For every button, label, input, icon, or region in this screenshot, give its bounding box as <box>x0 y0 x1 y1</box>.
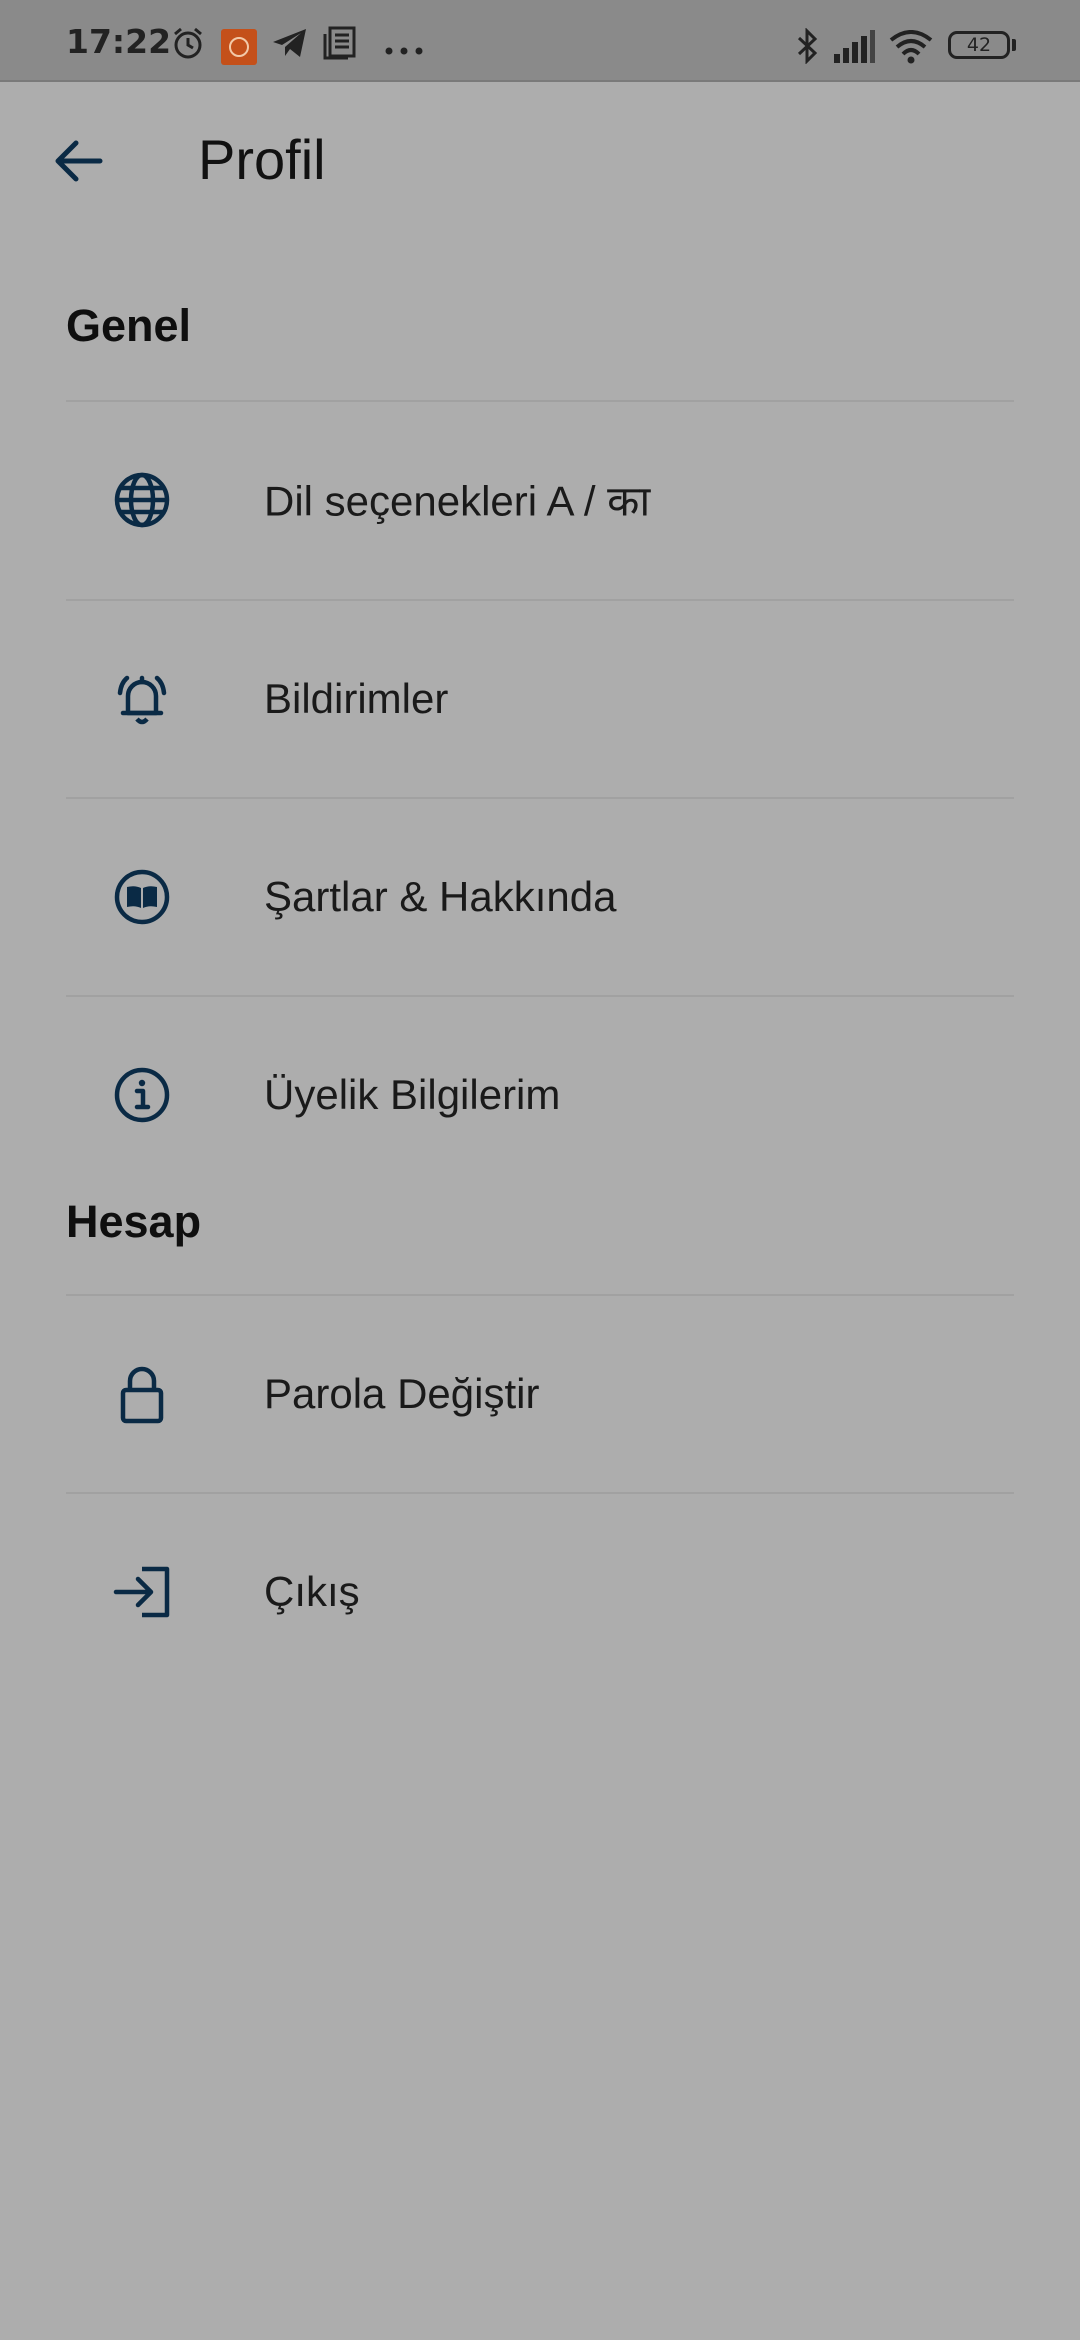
bell-ringing-icon <box>110 667 174 731</box>
arrow-left-icon <box>55 140 103 182</box>
back-button[interactable] <box>40 123 116 199</box>
globe-icon <box>110 468 174 532</box>
bluetooth-icon <box>795 27 821 69</box>
news-icon <box>322 25 358 66</box>
battery-icon: 42 <box>948 31 1010 59</box>
menu-item-language-options[interactable]: Dil seçenekleri A / का <box>66 402 1014 598</box>
menu-item-logout[interactable]: Çıkış <box>66 1494 1014 1690</box>
battery-nub <box>1012 39 1016 51</box>
info-icon <box>110 1063 174 1127</box>
menu-item-change-password[interactable]: Parola Değiştir <box>66 1296 1014 1492</box>
page-title: Profil <box>198 128 326 191</box>
signal-icon <box>833 30 875 69</box>
menu-item-label: Üyelik Bilgilerim <box>264 1071 561 1118</box>
lock-icon <box>110 1362 174 1426</box>
app-notification-icon <box>221 29 257 70</box>
logout-icon <box>110 1560 174 1624</box>
telegram-icon <box>271 25 309 66</box>
menu-item-notifications[interactable]: Bildirimler <box>66 601 1014 797</box>
menu-item-label: Bildirimler <box>264 675 449 722</box>
wifi-icon <box>889 30 933 69</box>
status-bar: 17:22 42 <box>0 0 1080 82</box>
alarm-icon <box>170 25 206 66</box>
app-bar: Profil <box>0 80 1080 240</box>
menu-item-label: Çıkış <box>264 1568 360 1615</box>
menu-item-label: Şartlar & Hakkında <box>264 873 617 920</box>
menu-item-label: Parola Değiştir <box>264 1370 540 1417</box>
book-icon <box>110 865 174 929</box>
menu-item-terms-about[interactable]: Şartlar & Hakkında <box>66 799 1014 995</box>
menu-item-label: Dil seçenekleri A / का <box>264 477 651 525</box>
more-dots-icon <box>384 42 424 60</box>
section-heading-genel: Genel <box>66 300 192 351</box>
menu-item-membership-info[interactable]: Üyelik Bilgilerim <box>66 997 1014 1193</box>
section-heading-hesap: Hesap <box>66 1196 202 1247</box>
status-time: 17:22 <box>66 22 172 61</box>
